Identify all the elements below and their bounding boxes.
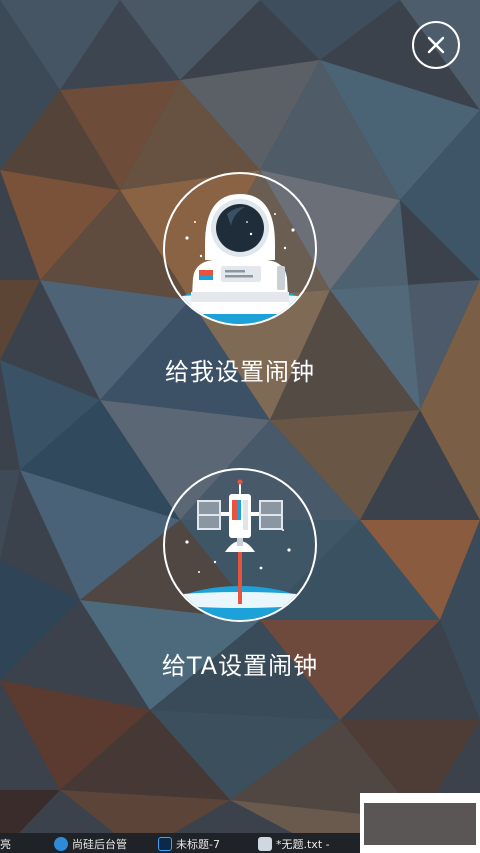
taskbar-item-label: 尚硅后台管 <box>72 838 127 851</box>
thumbnail-image <box>364 803 476 845</box>
astronaut-badge[interactable] <box>163 172 317 326</box>
photoshop-icon <box>158 837 172 851</box>
satellite-badge[interactable] <box>163 468 317 622</box>
taskbar-item-label: 亮 <box>0 838 11 851</box>
notepad-icon <box>258 837 272 851</box>
close-icon <box>427 36 445 54</box>
taskbar-item-label: 未标题-7 <box>176 838 220 851</box>
taskbar-item[interactable]: 尚硅后台管 <box>54 836 127 852</box>
astronaut-icon <box>165 194 315 324</box>
window-thumbnail-preview <box>360 793 480 853</box>
taskbar-item[interactable]: 未标题-7 <box>158 836 220 852</box>
set-alarm-for-ta-option[interactable]: 给TA设置闹钟 <box>0 468 480 681</box>
taskbar-item-label: *无题.txt - <box>276 838 330 851</box>
taskbar-item[interactable]: 亮 <box>0 836 11 852</box>
satellite-icon <box>165 479 315 620</box>
set-alarm-for-me-label: 给我设置闹钟 <box>165 358 315 386</box>
taskbar-item[interactable]: *无题.txt - <box>258 836 330 852</box>
set-alarm-for-ta-label: 给TA设置闹钟 <box>161 652 319 680</box>
browser-icon <box>54 837 68 851</box>
set-alarm-for-me-option[interactable]: 给我设置闹钟 <box>0 172 480 387</box>
low-poly-background <box>0 0 480 853</box>
close-button[interactable] <box>412 21 460 69</box>
